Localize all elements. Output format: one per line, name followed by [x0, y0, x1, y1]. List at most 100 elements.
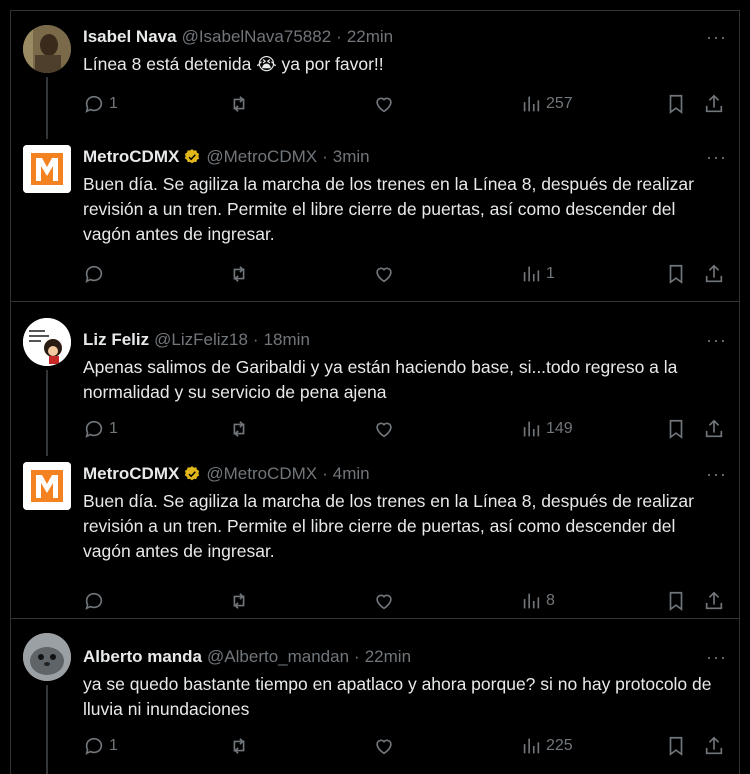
- views-button[interactable]: 225: [520, 735, 573, 757]
- share-icon: [705, 94, 723, 113]
- bookmark-icon: [669, 264, 683, 284]
- share-button[interactable]: [703, 590, 725, 612]
- like-button[interactable]: [373, 418, 395, 440]
- more-options-icon[interactable]: ···: [706, 147, 727, 168]
- reply-button[interactable]: [83, 263, 109, 285]
- thread-line: [46, 370, 48, 456]
- retweet-button[interactable]: [228, 263, 250, 285]
- author-name[interactable]: Isabel Nava: [83, 27, 177, 47]
- author-handle[interactable]: @Alberto_mandan: [207, 647, 349, 667]
- separator-dot: ·: [322, 464, 328, 483]
- author-name[interactable]: MetroCDMX: [83, 147, 179, 167]
- reply-button[interactable]: 1: [83, 418, 118, 440]
- metro-logo-avatar[interactable]: [23, 462, 71, 510]
- views-chart-icon: [523, 421, 540, 437]
- metro-logo-icon: [23, 145, 71, 193]
- views-button[interactable]: 8: [520, 590, 555, 612]
- bookmark-button[interactable]: [665, 418, 687, 440]
- share-button[interactable]: [703, 418, 725, 440]
- tweet-liz-feliz[interactable]: Liz Feliz @LizFeliz18 · 18min Apenas sal…: [11, 302, 739, 456]
- like-button[interactable]: [373, 735, 395, 757]
- reply-icon: [85, 265, 103, 283]
- separator-dot: ·: [336, 27, 342, 46]
- retweet-button[interactable]: [228, 590, 250, 612]
- bookmark-button[interactable]: [665, 93, 687, 115]
- reply-button[interactable]: 1: [83, 735, 118, 757]
- reply-button[interactable]: 1: [83, 93, 118, 115]
- views-count: 1: [546, 265, 555, 282]
- like-button[interactable]: [373, 590, 395, 612]
- metro-logo-avatar[interactable]: [23, 145, 71, 193]
- separator-dot: ·: [252, 330, 259, 349]
- timestamp[interactable]: 3min: [333, 147, 370, 167]
- reply-icon: [85, 592, 103, 610]
- bookmark-icon: [669, 94, 683, 114]
- author-name[interactable]: MetroCDMX: [83, 464, 179, 484]
- bookmark-button[interactable]: [665, 263, 687, 285]
- views-button[interactable]: 149: [520, 418, 573, 440]
- tweet-isabel-nava[interactable]: Isabel Nava @IsabelNava75882 · 22min Lín…: [11, 11, 739, 139]
- avatar[interactable]: [23, 25, 71, 73]
- heart-icon: [376, 422, 392, 438]
- separator-dot: ·: [354, 647, 360, 666]
- tweet-text: Apenas salimos de Garibaldi y ya están h…: [83, 357, 678, 402]
- like-button[interactable]: [373, 263, 395, 285]
- tweet-alberto-manda[interactable]: Alberto manda @Alberto_mandan · 22min ya…: [11, 619, 739, 774]
- retweet-button[interactable]: [228, 418, 250, 440]
- timestamp[interactable]: 18min: [264, 330, 310, 350]
- author-name[interactable]: Alberto manda: [83, 647, 202, 667]
- verified-badge-icon[interactable]: [183, 148, 201, 166]
- bookmark-icon: [669, 419, 683, 439]
- timestamp[interactable]: 22min: [347, 27, 393, 47]
- avatar[interactable]: [23, 633, 71, 681]
- thread-line: [46, 685, 48, 774]
- views-count: 149: [546, 420, 573, 437]
- views-chart-icon: [523, 738, 540, 754]
- tweet-text-part: ya por favor!!: [276, 54, 384, 74]
- tweet-header: Liz Feliz @LizFeliz18 · 18min: [83, 330, 727, 350]
- more-options-icon[interactable]: ···: [706, 330, 727, 351]
- share-button[interactable]: [703, 93, 725, 115]
- views-button[interactable]: 257: [520, 93, 573, 115]
- avatar[interactable]: [23, 318, 71, 366]
- bookmark-button[interactable]: [665, 590, 687, 612]
- more-options-icon[interactable]: ···: [706, 647, 727, 668]
- retweet-button[interactable]: [228, 735, 250, 757]
- tweet-metrocdmx-reply[interactable]: MetroCDMX @MetroCDMX · 4min Buen día. Se…: [11, 456, 739, 618]
- retweet-icon: [233, 96, 245, 112]
- retweet-button[interactable]: [228, 93, 250, 115]
- more-options-icon[interactable]: ···: [706, 464, 727, 485]
- share-button[interactable]: [703, 263, 725, 285]
- tweet-metrocdmx-reply[interactable]: MetroCDMX @MetroCDMX · 3min Buen día. Se…: [11, 139, 739, 301]
- share-button[interactable]: [703, 735, 725, 757]
- retweet-icon: [233, 266, 245, 282]
- share-icon: [705, 419, 723, 438]
- tweet-text: ya se quedo bastante tiempo en apatlaco …: [83, 674, 712, 719]
- views-chart-icon: [523, 593, 540, 609]
- views-chart-icon: [523, 266, 540, 282]
- author-name[interactable]: Liz Feliz: [83, 330, 149, 350]
- views-button[interactable]: 1: [520, 263, 555, 285]
- tweet-text: Buen día. Se agiliza la marcha de los tr…: [83, 174, 694, 244]
- tweet-text: Línea 8 está detenida 😭 ya por favor!!: [83, 52, 727, 77]
- heart-icon: [376, 739, 392, 755]
- reply-button[interactable]: [83, 590, 109, 612]
- verified-badge-icon[interactable]: [183, 465, 201, 483]
- action-bar: 1 225: [83, 735, 733, 759]
- reply-icon: [85, 737, 103, 755]
- bookmark-button[interactable]: [665, 735, 687, 757]
- author-handle[interactable]: @MetroCDMX: [206, 464, 317, 484]
- tweet-header: Isabel Nava @IsabelNava75882 · 22min: [83, 27, 727, 47]
- author-handle[interactable]: @MetroCDMX: [206, 147, 317, 167]
- author-handle[interactable]: @LizFeliz18: [154, 330, 248, 350]
- share-icon: [705, 264, 723, 283]
- timestamp[interactable]: 22min: [365, 647, 411, 667]
- share-icon: [705, 736, 723, 755]
- timeline: Isabel Nava @IsabelNava75882 · 22min Lín…: [10, 10, 740, 774]
- timestamp[interactable]: 4min: [333, 464, 370, 484]
- more-options-icon[interactable]: ···: [706, 27, 727, 48]
- like-button[interactable]: [373, 93, 395, 115]
- author-handle[interactable]: @IsabelNava75882: [182, 27, 332, 47]
- crying-emoji: 😭: [256, 54, 277, 74]
- action-bar: 8: [83, 590, 733, 614]
